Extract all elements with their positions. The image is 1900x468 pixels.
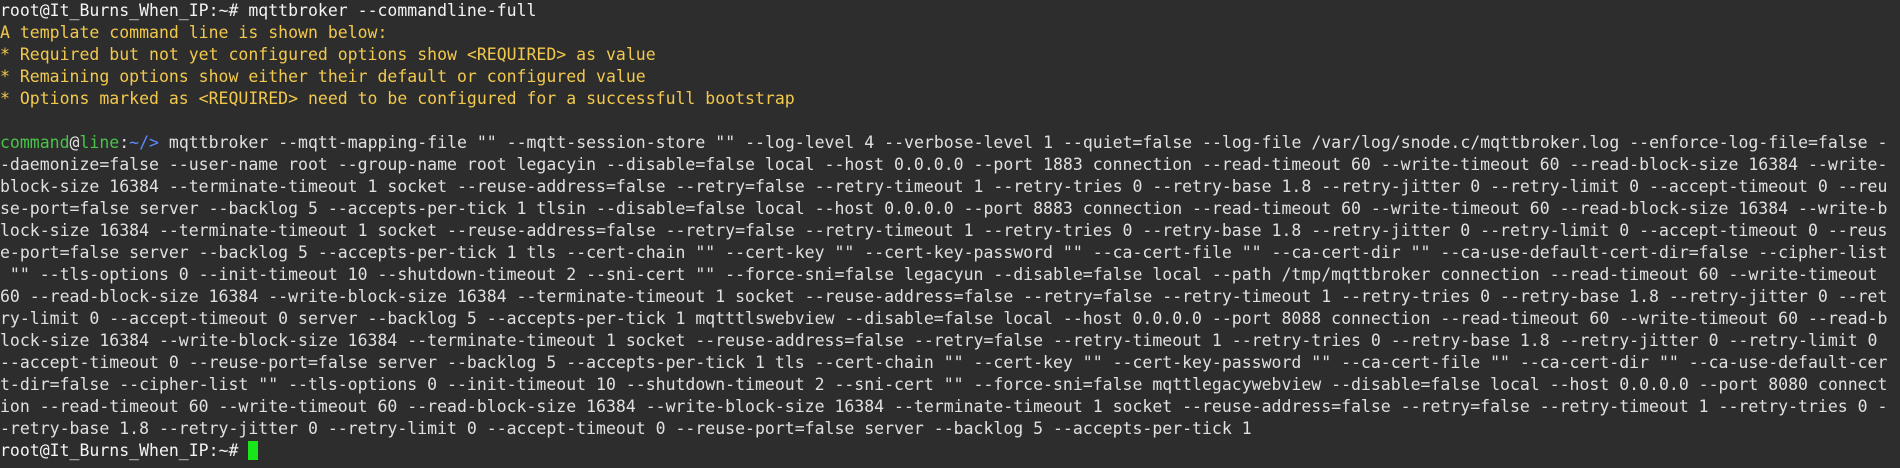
template-line: t-dir=false --cipher-list "" --tls-optio… (0, 375, 1888, 394)
terminal-cursor[interactable] (248, 441, 259, 460)
template-line: --accept-timeout 0 --reuse-port=false se… (0, 353, 1888, 372)
root-prompt: root@It_Burns_When_IP:~# (0, 1, 239, 20)
output-line: * Remaining options show either their de… (0, 67, 646, 86)
output-line: A template command line is shown below: (0, 23, 388, 42)
template-line: "" --tls-options 0 --init-timeout 10 --s… (0, 265, 1878, 284)
output-line: * Options marked as <REQUIRED> need to b… (0, 89, 795, 108)
template-line: -daemonize=false --user-name root --grou… (0, 155, 1888, 174)
template-command-text: mqttbroker --mqtt-mapping-file "" --mqtt… (168, 133, 1888, 152)
template-prompt-host: line (79, 133, 120, 152)
template-line: e-port=false server --backlog 5 --accept… (0, 243, 1888, 262)
terminal-window[interactable]: root@It_Burns_When_IP:~# mqttbroker --co… (0, 0, 1900, 468)
template-line: ion --read-timeout 60 --write-timeout 60… (0, 397, 1888, 416)
template-line: se-port=false server --backlog 5 --accep… (0, 199, 1888, 218)
template-line: 60 --read-block-size 16384 --write-block… (0, 287, 1888, 306)
template-line: lock-size 16384 --terminate-timeout 1 so… (0, 221, 1888, 240)
template-prompt-path: ~/> (129, 133, 159, 152)
template-line: command@line:~/> mqttbroker --mqtt-mappi… (0, 133, 1888, 152)
command-line-1: root@It_Burns_When_IP:~# mqttbroker --co… (0, 0, 536, 22)
template-line: ry-limit 0 --accept-timeout 0 server --b… (0, 309, 1888, 328)
command-line-current[interactable]: root@It_Burns_When_IP:~# (0, 440, 259, 462)
template-line: lock-size 16384 --write-block-size 16384… (0, 331, 1878, 350)
template-line: block-size 16384 --terminate-timeout 1 s… (0, 177, 1888, 196)
entered-command: mqttbroker --commandline-full (248, 1, 537, 20)
template-line: -retry-base 1.8 --retry-jitter 0 --retry… (0, 419, 1252, 438)
template-prompt-user: command (0, 133, 70, 152)
output-line: * Required but not yet configured option… (0, 45, 656, 64)
root-prompt: root@It_Burns_When_IP:~# (0, 441, 239, 460)
